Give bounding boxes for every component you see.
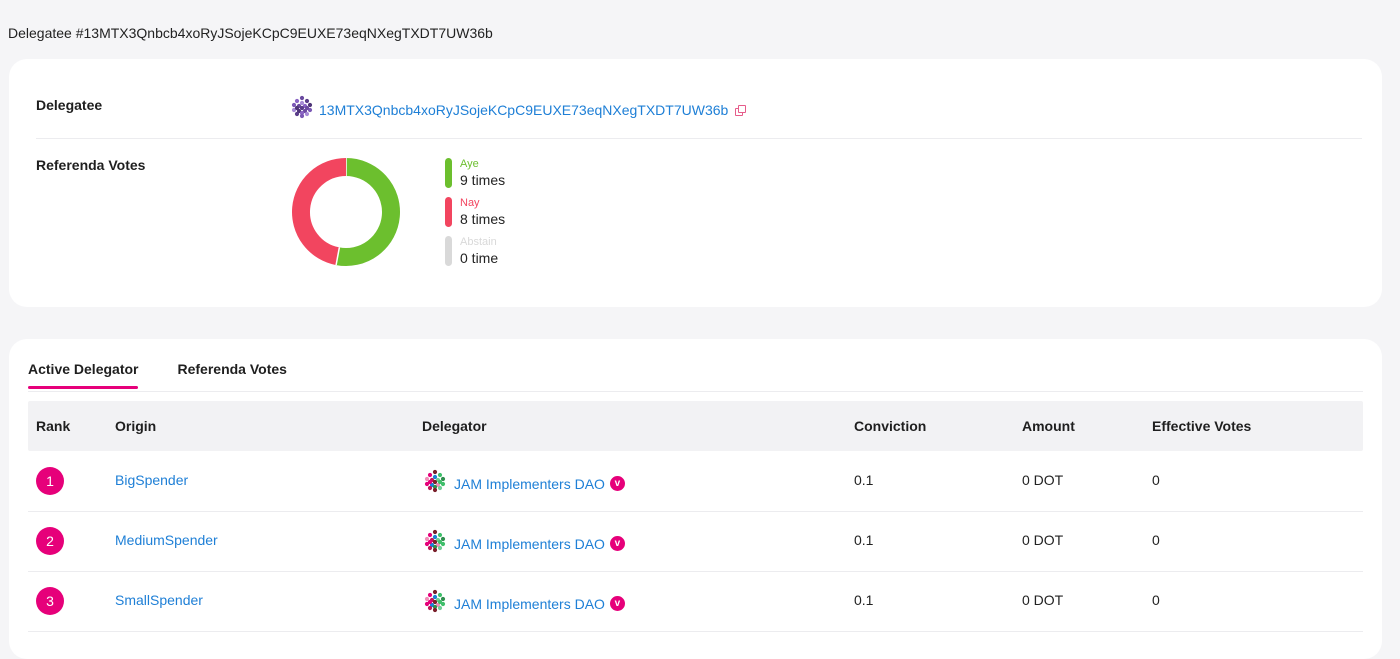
donut-slice-aye (336, 158, 400, 266)
legend-nay-count: 8 times (460, 211, 506, 227)
referenda-votes-label: Referenda Votes (36, 157, 146, 173)
effective-votes-value: 0 (1152, 532, 1160, 548)
conviction-value: 0.1 (854, 472, 874, 488)
table-row: 2 MediumSpender JAM Implementers DAO v 0… (28, 511, 1363, 572)
summary-card: Delegatee 13MTX3Qnbcb4xoRyJSojeKCpC9EUXE… (9, 59, 1382, 307)
legend-nay-name: Nay (460, 197, 480, 209)
identicon-icon (290, 95, 314, 124)
legend-item-aye: Aye 9 times (445, 157, 505, 196)
delegator-cell: JAM Implementers DAO v (423, 469, 625, 498)
donut-slice-nay (292, 158, 347, 266)
effective-votes-value: 0 (1152, 592, 1160, 608)
rank-badge: 3 (36, 587, 64, 615)
amount-value: 0 DOT (1022, 472, 1064, 488)
legend-aye-count: 9 times (460, 172, 506, 188)
conviction-value: 0.1 (854, 592, 874, 608)
votes-legend: Aye 9 times Nay 8 times Abstain 0 time (445, 157, 505, 274)
table-header: Rank Origin Delegator Conviction Amount … (28, 401, 1363, 451)
origin-link[interactable]: MediumSpender (115, 532, 218, 548)
delegator-link[interactable]: JAM Implementers DAO (454, 596, 605, 612)
identicon-icon (423, 589, 447, 618)
column-header-amount: Amount (1022, 418, 1075, 434)
tab-active-delegator[interactable]: Active Delegator (28, 361, 139, 389)
verified-badge-icon: v (609, 476, 625, 491)
table-row: 3 SmallSpender JAM Implementers DAO v 0.… (28, 571, 1363, 632)
legend-aye-name: Aye (460, 158, 479, 170)
tab-referenda-votes[interactable]: Referenda Votes (177, 361, 286, 387)
amount-value: 0 DOT (1022, 592, 1064, 608)
copy-icon[interactable] (735, 104, 747, 116)
amount-value: 0 DOT (1022, 532, 1064, 548)
identicon-icon (423, 529, 447, 558)
legend-item-abstain: Abstain 0 time (445, 235, 505, 274)
legend-aye-swatch (445, 158, 452, 188)
conviction-value: 0.1 (854, 532, 874, 548)
delegator-link[interactable]: JAM Implementers DAO (454, 476, 605, 492)
divider (28, 391, 1363, 392)
tab-bar: Active Delegator Referenda Votes (28, 361, 326, 389)
column-header-delegator: Delegator (422, 418, 487, 434)
delegator-cell: JAM Implementers DAO v (423, 589, 625, 618)
legend-nay-swatch (445, 197, 452, 227)
rank-badge: 1 (36, 467, 64, 495)
delegatee-address-link[interactable]: 13MTX3Qnbcb4xoRyJSojeKCpC9EUXE73eqNXegTX… (319, 102, 728, 118)
divider (36, 138, 1362, 139)
verified-badge-icon: v (609, 536, 625, 551)
origin-link[interactable]: SmallSpender (115, 592, 203, 608)
votes-donut-chart (292, 158, 400, 266)
delegatee-label: Delegatee (36, 97, 103, 113)
delegatee-value: 13MTX3Qnbcb4xoRyJSojeKCpC9EUXE73eqNXegTX… (290, 95, 747, 124)
verified-badge-icon: v (609, 596, 625, 611)
table-row: 1 BigSpender JAM Implementers DAO v 0.1 … (28, 451, 1363, 512)
identicon-icon (423, 469, 447, 498)
origin-link[interactable]: BigSpender (115, 472, 188, 488)
column-header-rank: Rank (36, 418, 71, 434)
column-header-origin: Origin (115, 418, 157, 434)
legend-abstain-name: Abstain (460, 236, 497, 248)
legend-item-nay: Nay 8 times (445, 196, 505, 235)
delegator-link[interactable]: JAM Implementers DAO (454, 536, 605, 552)
rank-badge: 2 (36, 527, 64, 555)
legend-abstain-count: 0 time (460, 250, 499, 266)
delegators-card: Active Delegator Referenda Votes Rank Or… (9, 339, 1382, 659)
effective-votes-value: 0 (1152, 472, 1160, 488)
delegator-cell: JAM Implementers DAO v (423, 529, 625, 558)
legend-abstain-swatch (445, 236, 452, 266)
page-title: Delegatee #13MTX3Qnbcb4xoRyJSojeKCpC9EUX… (8, 25, 493, 41)
column-header-effective-votes: Effective Votes (1152, 418, 1252, 434)
column-header-conviction: Conviction (854, 418, 927, 434)
